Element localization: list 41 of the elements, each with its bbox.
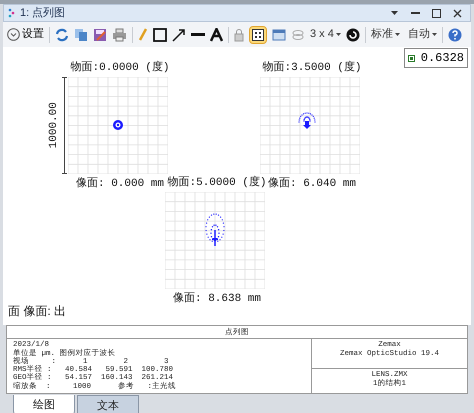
spot-pattern — [205, 214, 225, 246]
printer-icon[interactable] — [112, 28, 127, 42]
window-icon[interactable] — [272, 28, 286, 42]
rectangle-icon[interactable] — [153, 28, 167, 42]
object-label: 物面:5.0000 (度) — [168, 175, 266, 191]
dropdown-button[interactable]: 标准 — [370, 26, 400, 43]
dropdown-button[interactable]: 自动 — [408, 26, 437, 43]
scale-label: 1000.00 — [46, 102, 61, 148]
caret-icon — [336, 32, 341, 36]
caret-icon — [394, 32, 400, 36]
help-icon[interactable] — [448, 28, 462, 42]
save-icon[interactable] — [93, 28, 107, 42]
image-label: 像面: 6.040 mm — [268, 176, 356, 192]
layout-button[interactable] — [249, 26, 267, 44]
spot-pattern — [298, 112, 316, 129]
window-title: 1: 点列图 — [20, 6, 66, 21]
wavelength-label: 0.6328 — [420, 50, 464, 67]
settings-button[interactable]: 设置 — [7, 26, 44, 43]
arrow-icon[interactable] — [172, 28, 186, 42]
app-icon — [8, 8, 16, 18]
tab[interactable]: 绘图 — [13, 395, 75, 413]
close-icon[interactable] — [453, 8, 462, 18]
grid-dropdown[interactable]: 3 x 4 — [310, 26, 341, 43]
object-label: 物面:0.0000 (度) — [70, 60, 170, 76]
legend-swatch-icon — [408, 54, 415, 62]
rotate-icon[interactable] — [346, 28, 360, 42]
dropdown-icon[interactable] — [390, 10, 399, 16]
image-label: 像面: 8.638 mm — [173, 291, 261, 307]
chevron-down-icon — [7, 28, 20, 41]
tab[interactable]: 文本 — [77, 395, 139, 413]
surface-label: 面 像面: 出 — [8, 304, 66, 318]
lock-icon[interactable] — [234, 28, 244, 42]
maximize-icon[interactable] — [432, 8, 441, 18]
image-label: 像面: 0.000 mm — [76, 176, 164, 192]
caret-icon — [432, 32, 437, 36]
copy-icon[interactable] — [74, 28, 88, 42]
text-icon[interactable] — [210, 28, 223, 42]
spot-pattern — [113, 120, 123, 130]
object-label: 物面:3.5000 (度) — [262, 60, 362, 76]
minimize-icon[interactable] — [411, 12, 420, 14]
refresh-icon[interactable] — [55, 28, 69, 42]
